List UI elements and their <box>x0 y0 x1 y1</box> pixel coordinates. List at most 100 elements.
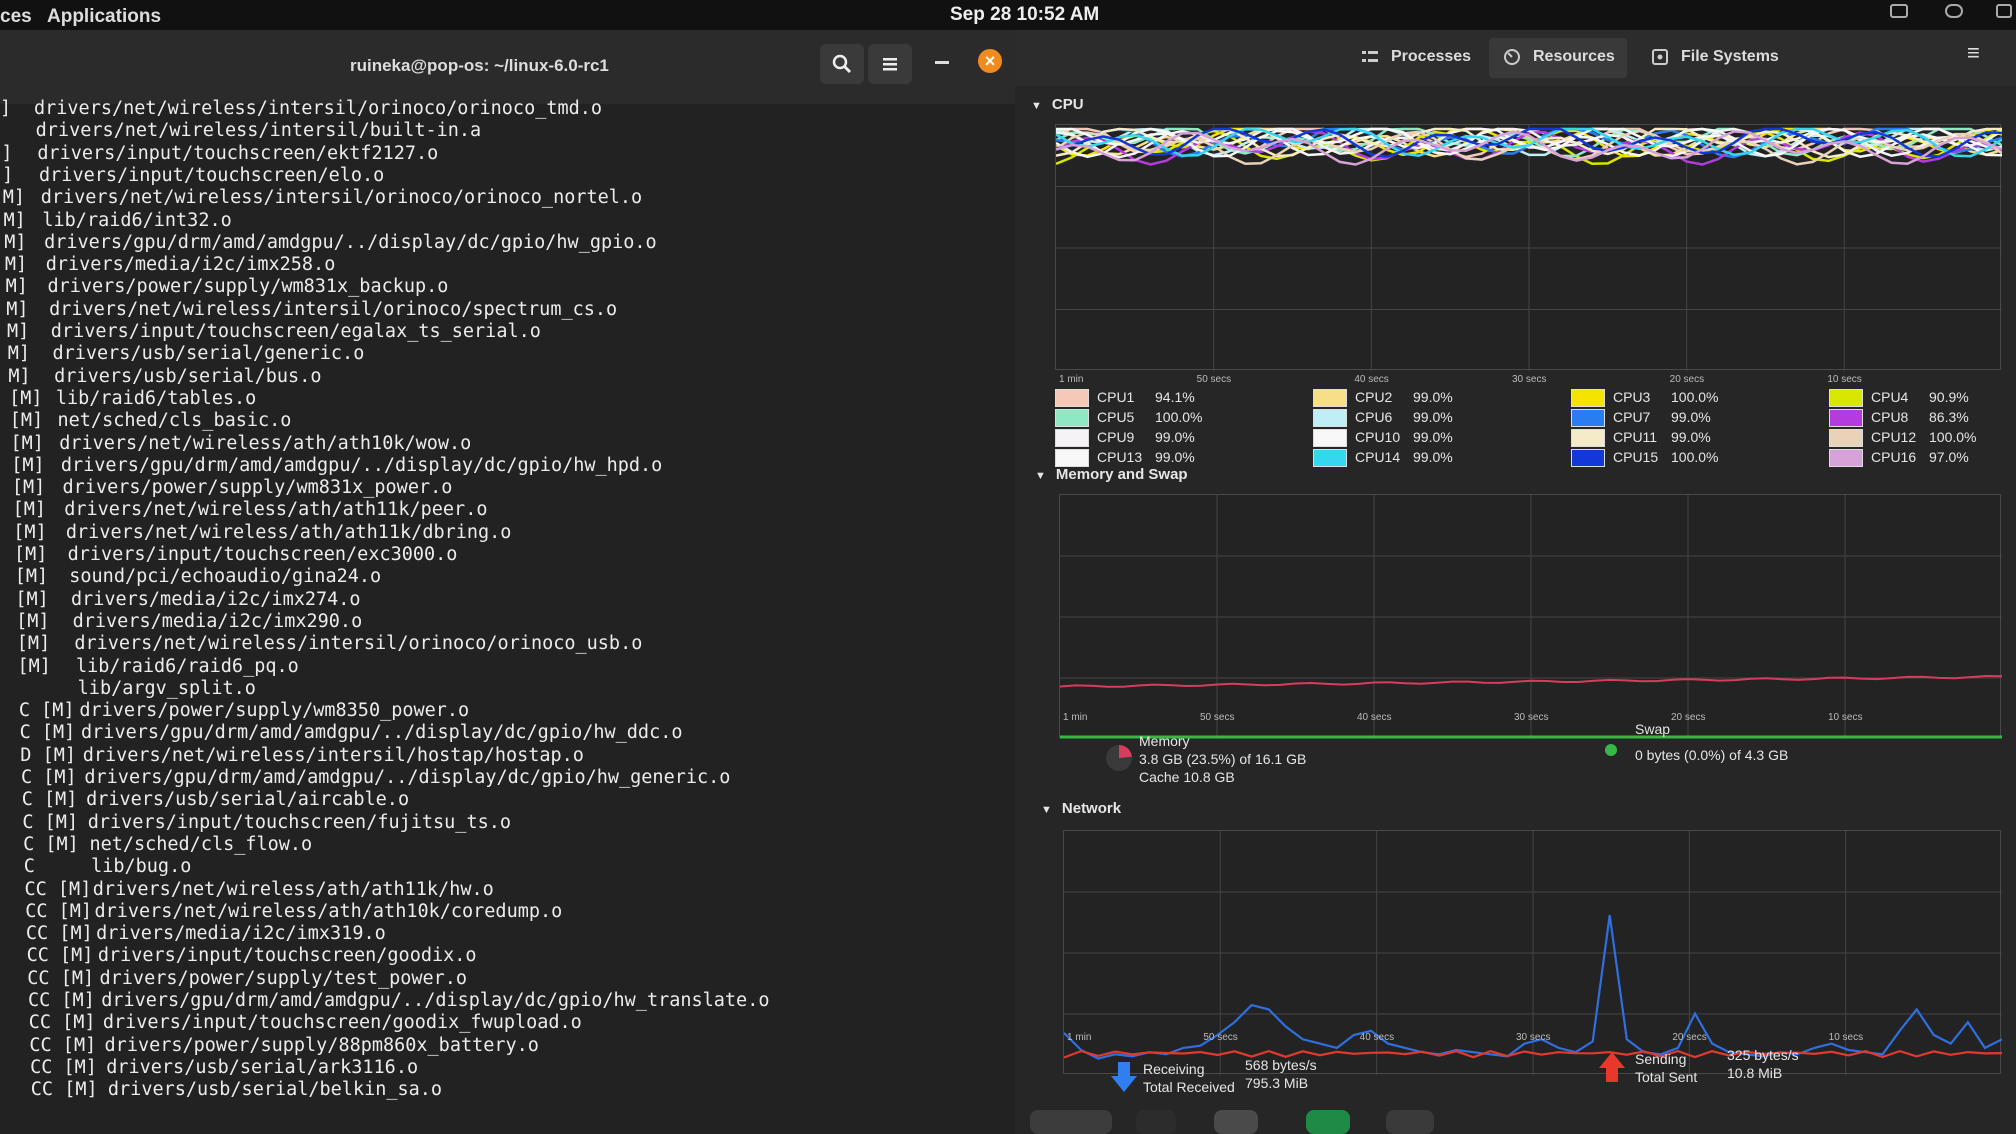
cpu-color-swatch[interactable] <box>1829 449 1863 467</box>
cpu-percent: 100.0% <box>1671 389 1719 405</box>
time-axis-tick: 40 secs <box>1359 1032 1395 1043</box>
terminal-line-prefix: [M] <box>13 521 47 543</box>
memory-section-header[interactable]: ▼ Memory and Swap <box>1035 466 1188 483</box>
terminal-line-path: drivers/net/wireless/intersil/hostap/hos… <box>82 744 584 766</box>
collapse-triangle-icon: ▼ <box>1041 804 1052 816</box>
close-button[interactable]: × <box>978 49 1002 73</box>
total-received-label: Total Received <box>1143 1079 1235 1095</box>
terminal-line-prefix: M] <box>8 365 31 387</box>
terminal-line-prefix: M] <box>6 298 29 320</box>
cpu-color-swatch[interactable] <box>1571 429 1605 447</box>
cpu-percent: 99.0% <box>1155 449 1195 465</box>
cpu-color-swatch[interactable] <box>1313 389 1347 407</box>
cpu-name: CPU7 <box>1613 409 1651 425</box>
cpu-color-swatch[interactable] <box>1829 429 1863 447</box>
terminal-line-path: drivers/usb/serial/aircable.o <box>86 789 410 811</box>
terminal-line-prefix: CC [M] <box>26 945 94 967</box>
terminal-line-prefix: [M] <box>14 544 48 565</box>
terminal-line-prefix: [M] <box>12 499 47 521</box>
terminal-line-path: drivers/power/supply/wm8350_power.o <box>79 700 470 722</box>
cpu-color-swatch[interactable] <box>1313 429 1347 447</box>
terminal-line-prefix: CC [M] <box>29 1034 97 1056</box>
terminal-line-path: drivers/input/touchscreen/egalax_ts_seri… <box>50 321 541 342</box>
display-icon[interactable] <box>1890 4 1908 18</box>
total-received-value: 795.3 MiB <box>1245 1075 1309 1091</box>
cpu-name: CPU13 <box>1097 449 1143 465</box>
dock-item[interactable] <box>1214 1110 1258 1134</box>
cpu-color-swatch[interactable] <box>1055 409 1089 427</box>
terminal-line-path: sound/pci/echoaudio/gina24.o <box>69 566 382 588</box>
swap-usage-pie-icon <box>1605 744 1617 756</box>
tab-resources[interactable]: Resources <box>1489 38 1627 78</box>
cpu-color-swatch[interactable] <box>1313 409 1347 427</box>
terminal-window: ruineka@pop-os: ~/linux-6.0-rc1 × ] drive… <box>0 30 1015 1134</box>
gauge-icon <box>1504 49 1520 65</box>
terminal-line-prefix: CC [M] <box>25 900 93 922</box>
terminal-line-prefix: C [M] <box>21 767 77 788</box>
terminal-line-path: net/sched/cls_flow.o <box>89 833 313 855</box>
total-sent-label: Total Sent <box>1635 1069 1698 1085</box>
cpu-percent: 90.9% <box>1929 389 1969 405</box>
cpu-name: CPU4 <box>1871 389 1909 405</box>
cpu-name: CPU5 <box>1097 409 1135 425</box>
search-icon <box>832 54 852 74</box>
terminal-line-prefix: M] <box>2 187 26 209</box>
download-arrow-icon <box>1111 1062 1137 1092</box>
cpu-color-swatch[interactable] <box>1055 429 1089 447</box>
terminal-line-path: drivers/gpu/drm/amd/amdgpu/../display/dc… <box>60 454 663 476</box>
tab-processes[interactable]: Processes <box>1347 38 1483 78</box>
receiving-info: Receiving Total Received <box>1143 1060 1235 1096</box>
time-axis-tick: 10 secs <box>1827 374 1862 385</box>
terminal-line-prefix: [M] <box>14 566 49 588</box>
monitor-menu-icon[interactable]: ≡ <box>1967 40 1980 66</box>
terminal-search-button[interactable] <box>820 44 864 84</box>
terminal-line-prefix: D [M] <box>20 744 76 766</box>
cpu-color-swatch[interactable] <box>1829 389 1863 407</box>
dock-active-app[interactable] <box>1030 1110 1112 1134</box>
minimize-button[interactable] <box>935 61 949 64</box>
network-section-header[interactable]: ▼ Network <box>1041 800 1121 817</box>
memory-history-graph <box>1059 494 2002 739</box>
terminal-line-path: lib/argv_split.o <box>77 677 256 699</box>
controller-icon[interactable] <box>1945 4 1963 18</box>
applications-button[interactable]: Applications <box>47 6 161 28</box>
terminal-line-path: drivers/gpu/drm/amd/amdgpu/../display/dc… <box>84 767 731 788</box>
cpu-color-swatch[interactable] <box>1571 389 1605 407</box>
cpu-name: CPU16 <box>1871 449 1917 465</box>
tab-processes-label: Processes <box>1391 48 1472 65</box>
cpu-color-swatch[interactable] <box>1829 409 1863 427</box>
cpu-color-swatch[interactable] <box>1571 409 1605 427</box>
sending-values: 325 bytes/s 10.8 MiB <box>1727 1046 1799 1082</box>
cpu-percent: 100.0% <box>1671 449 1719 465</box>
cpu-history-graph <box>1055 124 2002 371</box>
cpu-percent: 100.0% <box>1155 409 1203 425</box>
terminal-line-prefix: M] <box>3 209 26 231</box>
terminal-menu-button[interactable] <box>868 44 912 84</box>
cpu-color-swatch[interactable] <box>1313 449 1347 467</box>
terminal-line-path: drivers/input/touchscreen/fujitsu_ts.o <box>87 811 511 833</box>
cpu-percent: 99.0% <box>1413 449 1453 465</box>
terminal-line-path: drivers/net/wireless/intersil/built-in.a <box>35 120 482 142</box>
cpu-section-header[interactable]: ▼ CPU <box>1031 96 1084 113</box>
terminal-line-path: net/sched/cls_basic.o <box>57 410 292 432</box>
dock-item[interactable] <box>1136 1110 1176 1134</box>
swap-info: Swap 0 bytes (0.0%) of 4.3 GB <box>1635 720 1788 764</box>
memory-cache-value: Cache 10.8 GB <box>1139 769 1235 785</box>
date-time-clock[interactable]: Sep 28 10:52 AM <box>950 4 1099 26</box>
tab-file-systems[interactable]: File Systems <box>1637 38 1791 78</box>
network-icon[interactable] <box>1996 4 2012 18</box>
cpu-color-swatch[interactable] <box>1571 449 1605 467</box>
time-axis-tick: 10 secs <box>1828 1032 1864 1043</box>
terminal-line-prefix: C <box>23 856 35 878</box>
dock-item[interactable] <box>1306 1110 1350 1134</box>
workspaces-button[interactable]: ces <box>0 6 32 28</box>
monitor-headerbar: Processes Resources File Systems ≡ <box>1015 30 2016 86</box>
memory-section-title: Memory and Swap <box>1055 466 1188 483</box>
cpu-percent: 99.0% <box>1413 429 1453 445</box>
cpu-color-swatch[interactable] <box>1055 449 1089 467</box>
cpu-color-swatch[interactable] <box>1055 389 1089 407</box>
time-axis-tick: 50 secs <box>1196 374 1232 385</box>
dock-item[interactable] <box>1386 1110 1434 1134</box>
terminal-line-prefix: [M] <box>16 610 50 632</box>
terminal-line-path: drivers/net/wireless/intersil/orinoco/or… <box>34 98 603 119</box>
